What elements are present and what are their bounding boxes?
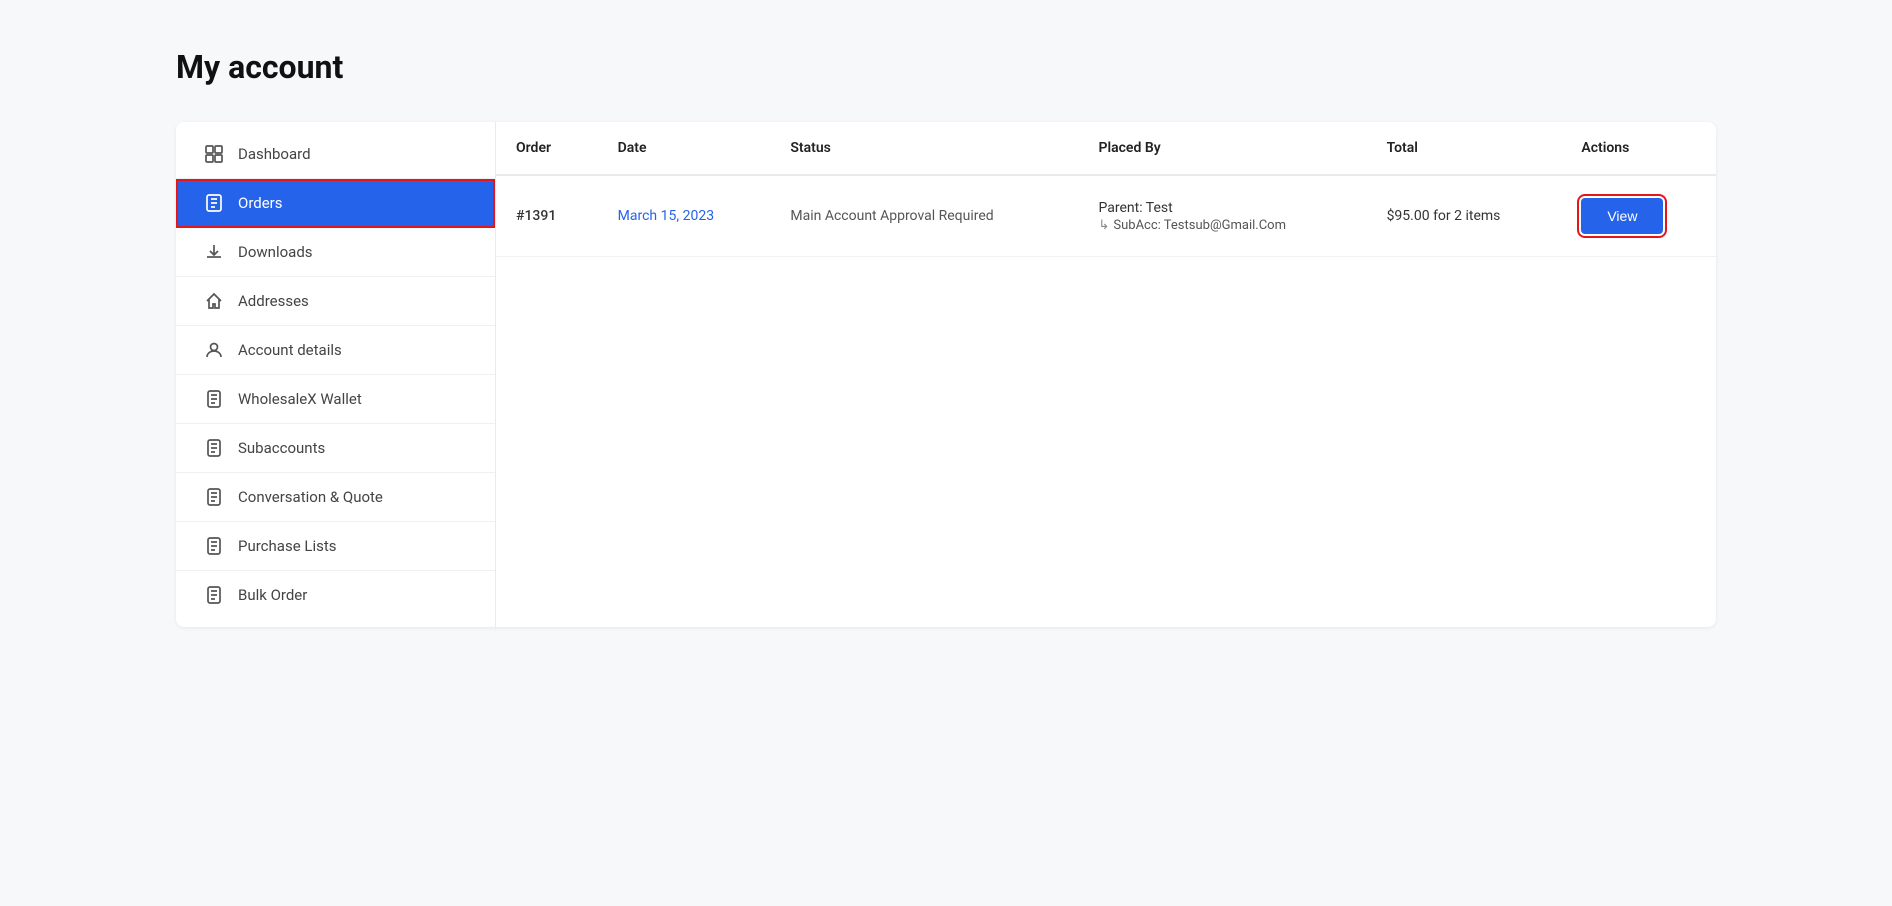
sidebar-item-purchase-lists[interactable]: Purchase Lists [176, 522, 495, 571]
col-header-order: Order [496, 122, 598, 175]
doc-icon-sub [204, 438, 224, 458]
sidebar: Dashboard Orders [176, 122, 496, 627]
order-date: March 15, 2023 [618, 208, 714, 224]
sidebar-item-downloads[interactable]: Downloads [176, 228, 495, 277]
sidebar-item-downloads-label: Downloads [238, 243, 313, 261]
order-total: $95.00 for 2 items [1387, 208, 1501, 224]
doc-icon-bulk [204, 585, 224, 605]
download-icon [204, 242, 224, 262]
placed-by-parent: Parent: Test [1098, 200, 1346, 216]
sidebar-item-dashboard[interactable]: Dashboard [176, 130, 495, 179]
sidebar-item-orders-label: Orders [238, 194, 283, 212]
sidebar-item-account-details-label: Account details [238, 341, 342, 359]
arrow-icon: ↳ [1098, 218, 1109, 233]
sidebar-item-account-details[interactable]: Account details [176, 326, 495, 375]
orders-table: Order Date Status Placed By Total Action… [496, 122, 1716, 257]
grid-icon [204, 144, 224, 164]
doc-icon-wallet [204, 389, 224, 409]
col-header-total: Total [1367, 122, 1562, 175]
page-title: My account [176, 48, 1716, 86]
sidebar-item-conversation-quote[interactable]: Conversation & Quote [176, 473, 495, 522]
sidebar-item-conversation-quote-label: Conversation & Quote [238, 488, 383, 506]
order-number: #1391 [516, 208, 556, 224]
sidebar-item-addresses[interactable]: Addresses [176, 277, 495, 326]
sidebar-item-bulk-order-label: Bulk Order [238, 586, 307, 604]
view-order-button[interactable]: View [1581, 198, 1663, 234]
sidebar-item-bulk-order[interactable]: Bulk Order [176, 571, 495, 619]
order-status: Main Account Approval Required [790, 208, 993, 224]
doc-icon-conv [204, 487, 224, 507]
col-header-placed-by: Placed By [1078, 122, 1366, 175]
sidebar-item-orders[interactable]: Orders [176, 179, 495, 228]
sidebar-item-purchase-lists-label: Purchase Lists [238, 537, 336, 555]
main-content: Order Date Status Placed By Total Action… [496, 122, 1716, 627]
placed-by-sub: ↳ SubAcc: Testsub@Gmail.Com [1098, 218, 1346, 233]
sidebar-item-wholesale-wallet[interactable]: WholesaleX Wallet [176, 375, 495, 424]
person-icon [204, 340, 224, 360]
sidebar-item-addresses-label: Addresses [238, 292, 309, 310]
orders-icon [204, 193, 224, 213]
col-header-status: Status [770, 122, 1078, 175]
table-row: #1391 March 15, 2023 Main Account Approv… [496, 175, 1716, 257]
col-header-actions: Actions [1561, 122, 1716, 175]
col-header-date: Date [598, 122, 771, 175]
sidebar-item-dashboard-label: Dashboard [238, 145, 311, 163]
sidebar-item-wholesale-wallet-label: WholesaleX Wallet [238, 390, 362, 408]
home-icon [204, 291, 224, 311]
sidebar-item-subaccounts-label: Subaccounts [238, 439, 325, 457]
sidebar-item-subaccounts[interactable]: Subaccounts [176, 424, 495, 473]
doc-icon-purchase [204, 536, 224, 556]
